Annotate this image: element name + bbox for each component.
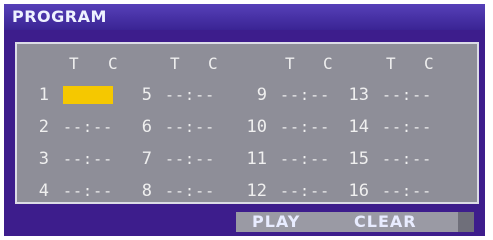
slot-number: 7 (141, 149, 152, 169)
slot-time-field[interactable]: --:-- (165, 86, 215, 104)
page-title: PROGRAM (12, 7, 107, 26)
slot-time-field[interactable]: --:-- (382, 118, 432, 136)
slot-number: 11 (246, 149, 267, 169)
slot-number: 15 (348, 149, 369, 169)
column-header-chapter: C (208, 54, 218, 73)
column-header-track: T (170, 54, 180, 73)
column-header-chapter: C (108, 54, 118, 73)
slot-time-field[interactable]: --:-- (280, 86, 330, 104)
slot-time-field[interactable]: --:-- (165, 182, 215, 200)
slot-number: 8 (141, 181, 152, 201)
slot-time-field-selected[interactable]: --:-- (63, 86, 114, 104)
action-bar-end (458, 212, 474, 232)
slot-time-field[interactable]: --:-- (165, 150, 215, 168)
screen: PROGRAM T C T C T C T C 1 --:-- 2 --:-- … (0, 0, 493, 239)
slot-time-field[interactable]: --:-- (382, 182, 432, 200)
slot-number: 9 (256, 85, 267, 105)
slot-time-field[interactable]: --:-- (280, 182, 330, 200)
clear-button[interactable]: CLEAR (354, 212, 417, 232)
program-grid-panel: T C T C T C T C 1 --:-- 2 --:-- 3 --:-- … (15, 42, 479, 204)
slot-number: 2 (38, 117, 49, 137)
slot-time-field[interactable]: --:-- (63, 182, 113, 200)
play-button[interactable]: PLAY (252, 212, 300, 232)
slot-time-field[interactable]: --:-- (63, 118, 113, 136)
column-header-track: T (69, 54, 79, 73)
slot-time-field[interactable]: --:-- (382, 150, 432, 168)
slot-time-field[interactable]: --:-- (165, 118, 215, 136)
slot-number: 5 (141, 85, 152, 105)
slot-time-field[interactable]: --:-- (382, 86, 432, 104)
column-header-track: T (285, 54, 295, 73)
slot-number: 13 (348, 85, 369, 105)
slot-number: 3 (38, 149, 49, 169)
slot-time-field[interactable]: --:-- (280, 150, 330, 168)
slot-time-field[interactable]: --:-- (280, 118, 330, 136)
slot-number: 1 (38, 85, 49, 105)
column-header-chapter: C (424, 54, 434, 73)
slot-number: 12 (246, 181, 267, 201)
slot-number: 14 (348, 117, 369, 137)
action-bar: PLAY CLEAR (236, 212, 458, 232)
slot-number: 4 (38, 181, 49, 201)
column-header-track: T (386, 54, 396, 73)
slot-number: 10 (246, 117, 267, 137)
slot-time-field[interactable]: --:-- (63, 150, 113, 168)
title-bar: PROGRAM (4, 4, 485, 30)
program-osd: PROGRAM T C T C T C T C 1 --:-- 2 --:-- … (4, 4, 485, 236)
column-header-chapter: C (323, 54, 333, 73)
slot-number: 16 (348, 181, 369, 201)
slot-number: 6 (141, 117, 152, 137)
